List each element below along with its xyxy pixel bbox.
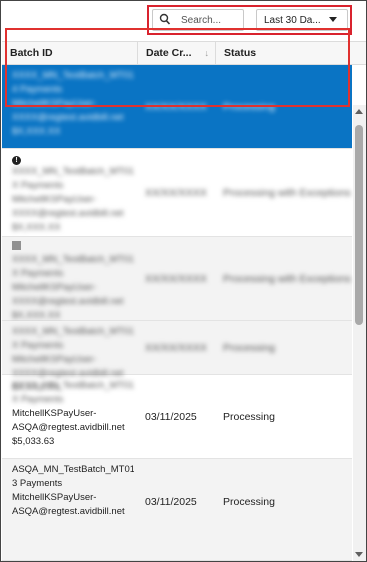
date-created-cell: 03/11/2025	[138, 375, 216, 458]
document-icon	[12, 241, 21, 250]
batch-detail-line: X Payments	[12, 340, 64, 351]
search-input[interactable]	[181, 12, 241, 28]
status-value: Processing	[223, 101, 275, 113]
table-header: Batch ID Date Cr... ↓ Status	[2, 41, 366, 65]
status-value: Processing with Exceptions	[223, 273, 351, 285]
table-row[interactable]: XXXX_MN_TestBatch_MT010 X Payments Mitchel…	[2, 237, 352, 321]
batch-detail-line: XXXX_MN_TestBatch_MT010	[12, 254, 134, 265]
status-cell: Processing	[216, 65, 352, 148]
batch-detail-line: $X,XXX.XX	[12, 222, 61, 233]
batch-detail-line: MitchellKSPayUser-	[12, 492, 97, 503]
date-created-cell: XX/XX/XXXX	[138, 237, 216, 320]
date-created-cell: XX/XX/XXXX	[138, 321, 216, 374]
status-cell: Processing	[216, 375, 352, 458]
alert-circle-icon: !	[12, 156, 21, 165]
date-created-cell: XX/XX/XXXX	[138, 149, 216, 236]
status-cell: Processing with Exceptions	[216, 237, 352, 320]
column-header-batch-id[interactable]: Batch ID	[2, 42, 138, 64]
date-created-value: XX/XX/XXXX	[145, 273, 207, 285]
status-value: Processing	[223, 411, 275, 423]
search-icon	[159, 13, 171, 25]
batch-detail-line: X Payments	[12, 268, 64, 279]
batch-detail-line: MitchellKSPayUser-	[12, 354, 97, 365]
batch-detail-line: XXXX_MN_TestBatch_MT010	[12, 380, 134, 391]
batch-detail-line: XXXX@regtest.avidbill.net	[12, 296, 124, 307]
batch-detail-line: ASQA@regtest.avidbill.net	[12, 506, 125, 517]
batch-detail-line: MitchellKSPayUser-	[12, 194, 97, 205]
sort-icon[interactable]: ↓	[205, 42, 210, 64]
date-created-value: 03/11/2025	[145, 496, 197, 508]
date-created-cell: XX/XX/XXXX	[138, 65, 216, 148]
scrollbar-thumb[interactable]	[355, 125, 363, 325]
batch-detail-line: XXXX@regtest.avidbill.net	[12, 112, 124, 123]
batch-detail-line: 3 Payments	[12, 478, 63, 489]
batch-id-cell: ASQA_MN_TestBatch_MT010 3 Payments Mitchel…	[2, 459, 138, 560]
date-created-value: 03/11/2025	[145, 411, 197, 423]
status-value: Processing with Exceptions	[223, 187, 351, 199]
date-created-value: XX/XX/XXXX	[145, 187, 207, 199]
status-value: Processing	[223, 496, 275, 508]
batch-detail-line: $X,XXX.XX	[12, 126, 61, 137]
batch-detail-line: 4 Payments	[12, 84, 63, 95]
status-value: Processing	[223, 342, 275, 354]
batch-id-cell: XXXX_MN_TestBatch_MT010 X Payments Mitchel…	[2, 321, 138, 393]
table-row[interactable]: XXXX_MN_TestBatch_MT010 X Payments Mitchel…	[2, 321, 352, 393]
vertical-scrollbar[interactable]	[353, 105, 366, 561]
filter-controls: Last 30 Da...	[147, 5, 352, 35]
batch-id-cell: XXXX_MN_TestBatch_MT010 X Payments Mitchel…	[2, 237, 138, 321]
table-row[interactable]: XXXX_MN_TestBatch_MT010 X Payments Mitchel…	[2, 375, 352, 459]
batch-id-cell: XXXX_MN_TestBatch_MT010 4 Payments Mitchel…	[2, 65, 138, 148]
chevron-down-icon[interactable]	[329, 17, 337, 22]
batch-detail-line: MitchellKSPayUser-	[12, 408, 97, 419]
batch-id-cell: XXXX_MN_TestBatch_MT010 X Payments Mitchel…	[2, 375, 138, 458]
batch-detail-line: X Payments	[12, 394, 64, 405]
column-header-status[interactable]: Status	[216, 42, 352, 64]
batch-detail-line: XXXX_MN_TestBatch_MT010	[12, 70, 134, 81]
date-range-select[interactable]: Last 30 Da...	[256, 9, 348, 31]
toolbar: Last 30 Da...	[1, 1, 366, 41]
table-row[interactable]: ! XXXX_MN_TestBatch_MT010 X Payments Mitche…	[2, 149, 352, 237]
status-cell: Processing with Exceptions	[216, 149, 352, 236]
table-row[interactable]: ASQA_MN_TestBatch_MT010 3 Payments Mitchel…	[2, 459, 352, 561]
batch-detail-line: MitchellKSPayUser-	[12, 282, 97, 293]
batch-detail-line: ASQA_MN_TestBatch_MT010	[12, 464, 134, 475]
batch-detail-line: MitchellKSPayUser-	[12, 98, 97, 109]
date-created-cell: 03/11/2025	[138, 459, 216, 560]
status-cell: Processing	[216, 321, 352, 374]
column-header-label: Date Cr...	[146, 47, 192, 59]
batch-id-cell: ! XXXX_MN_TestBatch_MT010 X Payments Mitche…	[2, 149, 138, 236]
batch-table: Batch ID Date Cr... ↓ Status XXXX_MN_Test…	[2, 41, 366, 561]
search-box[interactable]	[152, 9, 244, 31]
date-created-value: XX/XX/XXXX	[145, 101, 207, 113]
scroll-up-icon[interactable]	[355, 109, 363, 114]
scroll-down-icon[interactable]	[355, 552, 363, 557]
batch-detail-line: $5,033.63	[12, 436, 55, 447]
column-header-label: Batch ID	[10, 47, 53, 59]
batch-detail-line: XXXX_MN_TestBatch_MT010	[12, 166, 134, 177]
batch-detail-line: X Payments	[12, 180, 64, 191]
batch-detail-line: XXXX@regtest.avidbill.net	[12, 208, 124, 219]
column-header-label: Status	[224, 47, 257, 59]
column-header-date-created[interactable]: Date Cr... ↓	[138, 42, 216, 64]
date-range-value: Last 30 Da...	[264, 15, 321, 26]
batch-list-panel: Last 30 Da... Batch ID Date Cr... ↓ Statu…	[0, 0, 367, 562]
batch-detail-line: XXXX_MN_TestBatch_MT010	[12, 326, 134, 337]
table-row[interactable]: XXXX_MN_TestBatch_MT010 4 Payments Mitchel…	[2, 65, 352, 149]
batch-detail-line: ASQA@regtest.avidbill.net	[12, 422, 125, 433]
date-created-value: XX/XX/XXXX	[145, 342, 207, 354]
status-cell: Processing	[216, 459, 352, 560]
